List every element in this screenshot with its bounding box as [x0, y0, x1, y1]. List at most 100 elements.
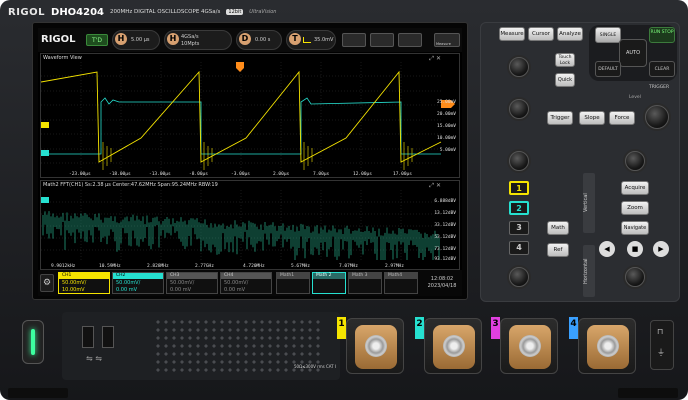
- ch3-offset: 0.00 mV: [170, 287, 192, 293]
- ch4-box[interactable]: CH4 50.00mV/ 0.00 mV: [220, 272, 272, 294]
- vertical-scale-knob[interactable]: [509, 151, 529, 171]
- trigger-level-knob[interactable]: [645, 105, 669, 129]
- ch3-button[interactable]: 3: [509, 221, 529, 235]
- tab-math3[interactable]: Math 3: [348, 272, 382, 294]
- samplerate-display[interactable]: H 4GSa/s 10Mpts: [164, 30, 232, 50]
- horizontal-position-knob[interactable]: [625, 267, 645, 287]
- multipurpose-knob-b[interactable]: [509, 99, 529, 119]
- vertical-section-label: Vertical: [583, 173, 595, 233]
- ch3-scale: 50.00mV/: [170, 280, 195, 286]
- wf-x-label-7: 12.00μs: [353, 172, 372, 177]
- wf-x-label-4: -3.00μs: [231, 172, 250, 177]
- usb-icon: ⇋ ⇋: [86, 354, 102, 363]
- trigger-display[interactable]: T 35.0mV: [286, 30, 336, 50]
- usb-port-2[interactable]: [102, 326, 114, 348]
- analyze-button[interactable]: Analyze: [557, 27, 583, 41]
- quick-button[interactable]: Quick: [555, 73, 575, 87]
- bnc-connector-icon: [443, 335, 465, 357]
- power-button[interactable]: [22, 320, 44, 364]
- cursor-button[interactable]: Cursor: [528, 27, 554, 41]
- run-stop-button[interactable]: RUN STOP: [649, 27, 675, 43]
- fft-view[interactable]: Math2 FFT(CH1) Ss:2.38 μs Center:47.62MH…: [40, 180, 460, 270]
- slope-button[interactable]: Slope: [579, 111, 605, 125]
- touch-lock-button[interactable]: Touch Lock: [555, 53, 575, 67]
- probe-compensation[interactable]: ⊓ ⏚: [650, 320, 674, 370]
- horizontal-icon-2: H: [167, 33, 179, 45]
- ch3-input[interactable]: 3: [491, 317, 558, 374]
- usb-port-1[interactable]: [82, 326, 94, 348]
- bnc-connector-icon: [365, 335, 387, 357]
- ch4-input[interactable]: 4: [569, 317, 636, 374]
- fft-right-label-3: 53.12dBV: [434, 235, 456, 240]
- fft-right-label-2: 33.12dBV: [434, 223, 456, 228]
- clear-button[interactable]: CLEAR: [649, 61, 675, 77]
- horizontal-scale[interactable]: H 5.00 μs: [112, 30, 160, 50]
- front-io-panel: ⇋ ⇋ 50Ω≤300V rms CAT I: [62, 312, 340, 380]
- zoom-button[interactable]: Zoom: [621, 201, 649, 215]
- force-button[interactable]: Force: [609, 111, 635, 125]
- default-button[interactable]: DEFAULT: [595, 61, 621, 77]
- tab-math4[interactable]: Math4: [384, 272, 418, 294]
- navigate-button[interactable]: Navigate: [621, 221, 649, 235]
- trigger-value: 35.0mV: [314, 37, 334, 43]
- toolbar-button-2[interactable]: [370, 33, 394, 47]
- left-foot: [8, 388, 68, 398]
- ch2-label: CH2: [113, 273, 163, 279]
- fft-x-label-7: 2.97MHz: [385, 264, 404, 269]
- fft-spectrum-trace: [42, 211, 440, 260]
- clock: 12:08:02 2023/04/18: [424, 276, 460, 290]
- delay-display[interactable]: D 0.00 s: [236, 30, 282, 50]
- bits-badge: 12bit: [226, 9, 244, 15]
- ch1-button[interactable]: 1: [509, 181, 529, 195]
- ch1-input[interactable]: 1: [337, 317, 404, 374]
- ultra-vision-logo: UltraVision: [249, 9, 277, 15]
- single-button[interactable]: SINGLE: [595, 27, 621, 43]
- level-label: Level: [629, 95, 641, 100]
- fft-x-label-1: 10.59MHz: [99, 264, 121, 269]
- wf-x-label-2: -13.00μs: [149, 172, 171, 177]
- ch4-button[interactable]: 4: [509, 241, 529, 255]
- tab-math2[interactable]: Math 2: [312, 272, 346, 294]
- wf-right-label-1: 20.00mV: [437, 112, 456, 117]
- horizontal-value: 5.00 μs: [131, 37, 150, 43]
- fft-x-label-0: 9.9012kHz: [51, 264, 76, 269]
- ref-button[interactable]: Ref: [547, 243, 569, 257]
- trigger-menu-button[interactable]: Trigger: [547, 111, 573, 125]
- bnc-connector-icon: [597, 335, 619, 357]
- measure-button[interactable]: Measure: [499, 27, 525, 41]
- edge-icon: [303, 37, 311, 43]
- multipurpose-knob-a[interactable]: [509, 57, 529, 77]
- acquire-button[interactable]: Acquire: [621, 181, 649, 195]
- fft-right-label-5: 93.12dBV: [434, 257, 456, 262]
- run-status[interactable]: T'D: [86, 34, 108, 46]
- fft-window-controls-icon[interactable]: ⤢ ✕: [429, 182, 441, 190]
- waveform-view[interactable]: Waveform View ⤢ ✕ 25.00mV 20.00mV 15.00m…: [40, 53, 460, 178]
- play-forward-icon[interactable]: ▶: [653, 241, 669, 257]
- ch1-box[interactable]: CH1 50.00mV/ 10.00mV: [58, 272, 110, 294]
- samplerate-line2: 10Mpts: [181, 41, 200, 47]
- auto-button[interactable]: AUTO: [619, 39, 647, 67]
- toolbar-button-1[interactable]: [342, 33, 366, 47]
- stop-icon[interactable]: ■: [627, 241, 643, 257]
- vertical-position-knob[interactable]: [509, 267, 529, 287]
- ch2-box[interactable]: CH2 50.00mV/ 0.00 mV: [112, 272, 164, 294]
- math2-offset-marker: [41, 197, 49, 203]
- play-back-icon[interactable]: ◀: [599, 241, 615, 257]
- measure-toolbar-button[interactable]: Measure: [434, 33, 460, 47]
- fft-right-label-0: 6.888dBV: [434, 199, 456, 204]
- wf-right-label-4: 5.00mV: [439, 148, 456, 153]
- waveform-view-title: Waveform View: [43, 55, 82, 61]
- horizontal-scale-knob[interactable]: [625, 151, 645, 171]
- ch1-scale: 50.00mV/: [62, 280, 87, 286]
- trigger-position-marker: [236, 62, 244, 72]
- horizontal-section-label: Horizontal: [583, 245, 595, 297]
- math-button[interactable]: Math: [547, 221, 569, 235]
- toolbar-button-3[interactable]: [398, 33, 422, 47]
- menu-icon[interactable]: ⚙: [40, 274, 54, 292]
- tab-math1[interactable]: Math1: [276, 272, 310, 294]
- ch1-offset: 10.00mV: [62, 287, 85, 293]
- ch2-input[interactable]: 2: [415, 317, 482, 374]
- ch2-button[interactable]: 2: [509, 201, 529, 215]
- ch3-box[interactable]: CH3 50.00mV/ 0.00 mV: [166, 272, 218, 294]
- fft-x-label-6: 7.07MHz: [339, 264, 358, 269]
